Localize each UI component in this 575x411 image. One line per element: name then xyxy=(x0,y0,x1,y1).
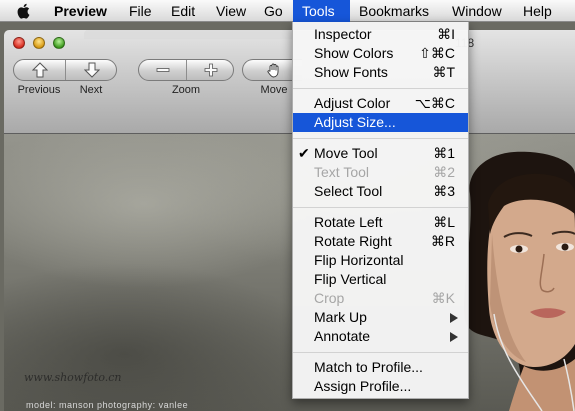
menu-item-inspector[interactable]: Inspector ⌘I xyxy=(293,25,468,44)
menu-edit[interactable]: Edit xyxy=(162,0,204,22)
submenu-arrow-icon xyxy=(450,332,458,342)
arrow-up-icon xyxy=(32,62,48,78)
menu-separator xyxy=(293,352,468,353)
menu-item-select-tool[interactable]: Select Tool ⌘3 xyxy=(293,182,468,201)
menu-item-flip-vertical[interactable]: Flip Vertical xyxy=(293,270,468,289)
menu-separator xyxy=(293,88,468,89)
arrow-down-icon xyxy=(84,62,100,78)
menu-separator xyxy=(293,207,468,208)
plus-icon xyxy=(204,63,218,77)
menu-item-crop: Crop ⌘K xyxy=(314,290,455,306)
photo-watermark: www.showfoto.cn xyxy=(24,371,122,384)
document-image[interactable]: www.showfoto.cn model: manson photograph… xyxy=(4,134,575,411)
zoom-out-button[interactable] xyxy=(139,60,187,80)
menu-item-adjust-size[interactable]: Adjust Size... xyxy=(293,113,468,132)
menu-item-rotate-right[interactable]: Rotate Right ⌘R xyxy=(293,232,468,251)
zoom-label: Zoom xyxy=(171,84,201,96)
menu-item-annotate[interactable]: Annotate xyxy=(293,327,468,346)
menu-tools[interactable]: Tools xyxy=(293,0,350,22)
menu-item-text-tool: Text Tool ⌘2 xyxy=(314,164,455,180)
zoom-in-button[interactable] xyxy=(187,60,235,80)
menu-help[interactable]: Help xyxy=(514,0,561,22)
menu-item-show-colors[interactable]: Show Colors ⇧⌘C xyxy=(293,44,468,63)
next-button[interactable] xyxy=(66,60,118,80)
menu-item-show-fonts[interactable]: Show Fonts ⌘T xyxy=(293,63,468,82)
menu-go[interactable]: Go xyxy=(255,0,292,22)
next-label: Next xyxy=(79,84,103,96)
window-toolbar: 118 Previous Next xyxy=(4,30,575,134)
photo-artwork xyxy=(464,151,575,411)
minimize-button[interactable] xyxy=(33,37,45,49)
background-window-edge xyxy=(84,30,294,39)
apple-logo-icon[interactable] xyxy=(13,1,35,21)
previous-button[interactable] xyxy=(14,60,66,80)
menu-item-assign-profile[interactable]: Assign Profile... xyxy=(293,377,468,396)
photo-credit: model: manson photography: vanlee xyxy=(26,400,189,410)
zoom-window-button[interactable] xyxy=(53,37,65,49)
menu-item-mark-up[interactable]: Mark Up xyxy=(293,308,468,327)
close-button[interactable] xyxy=(13,37,25,49)
menu-separator xyxy=(293,138,468,139)
minus-icon xyxy=(156,68,170,72)
menu-view[interactable]: View xyxy=(207,0,255,22)
menu-window[interactable]: Window xyxy=(443,0,511,22)
menu-bar: Preview File Edit View Go Tools Bookmark… xyxy=(0,0,575,22)
previous-label: Previous xyxy=(17,84,61,96)
move-label: Move xyxy=(260,84,288,96)
menu-file[interactable]: File xyxy=(120,0,161,22)
zoom-control xyxy=(138,59,234,81)
menu-app-preview[interactable]: Preview xyxy=(45,0,116,22)
menu-bookmarks[interactable]: Bookmarks xyxy=(350,0,438,22)
preview-window: 118 Previous Next xyxy=(4,30,575,411)
menu-item-match-to-profile[interactable]: Match to Profile... xyxy=(293,358,468,377)
menu-item-adjust-color[interactable]: Adjust Color ⌥⌘C xyxy=(293,94,468,113)
tools-menu: Inspector ⌘I Show Colors ⇧⌘C Show Fonts … xyxy=(292,22,469,399)
menu-item-move-tool[interactable]: ✔ Move Tool ⌘1 xyxy=(293,144,468,163)
previous-next-control xyxy=(13,59,117,81)
menu-item-rotate-left[interactable]: Rotate Left ⌘L xyxy=(293,213,468,232)
hand-icon xyxy=(267,63,279,78)
menu-item-flip-horizontal[interactable]: Flip Horizontal xyxy=(293,251,468,270)
submenu-arrow-icon xyxy=(450,313,458,323)
checkmark-icon: ✔ xyxy=(298,145,310,161)
